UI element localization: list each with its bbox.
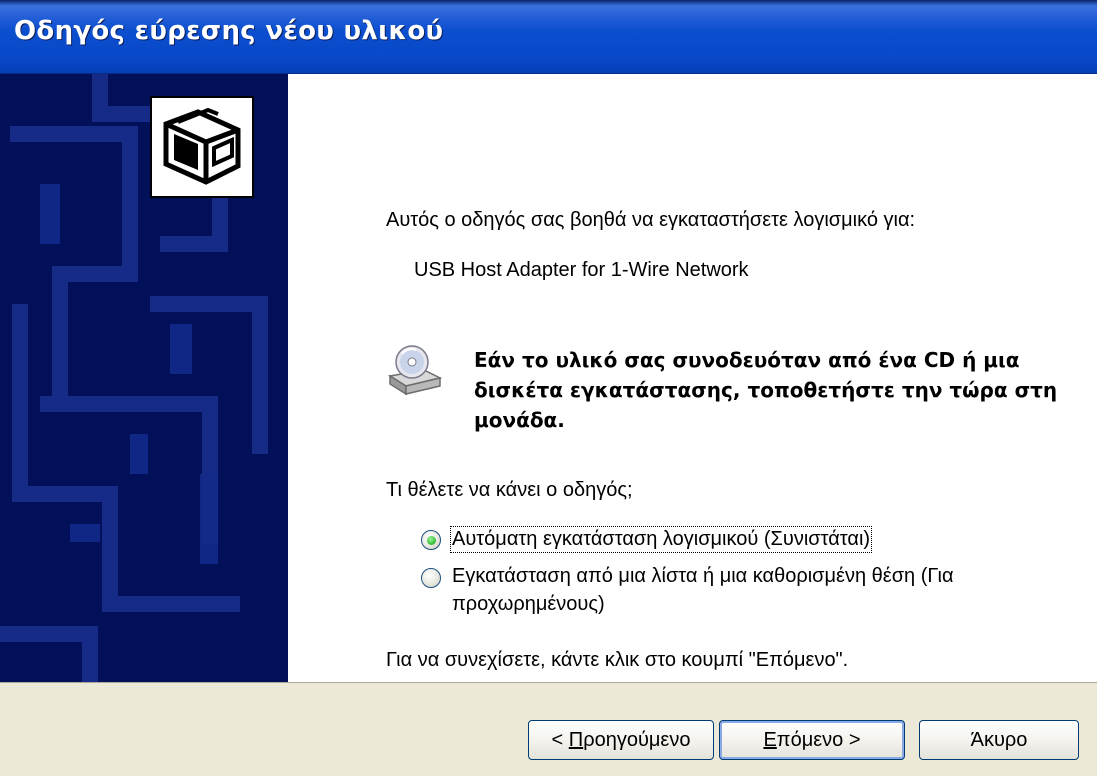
radio-install-from-list[interactable] bbox=[421, 568, 441, 588]
device-name: USB Host Adapter for 1-Wire Network bbox=[414, 259, 749, 281]
option-install-from-list-label-line2[interactable]: προχωρημένους) bbox=[452, 593, 605, 616]
continue-hint-text: Για να συνεχίσετε, κάντε κλικ στο κουμπί… bbox=[386, 649, 849, 671]
question-text: Τι θέλετε να κάνει ο οδηγός; bbox=[386, 479, 633, 501]
back-button[interactable]: < Προηγούμενο bbox=[528, 720, 714, 760]
cd-drive-icon bbox=[387, 345, 442, 396]
next-button-label: πόμενο > bbox=[776, 728, 861, 751]
next-button[interactable]: Επόμενο > bbox=[719, 720, 905, 760]
title-bar[interactable]: Οδηγός εύρεσης νέου υλικού bbox=[0, 0, 1097, 74]
radio-automatic-install[interactable] bbox=[421, 530, 441, 550]
back-button-prefix: < bbox=[551, 728, 569, 751]
back-button-mnemonic: Π bbox=[568, 728, 584, 751]
option-install-from-list-label-line1[interactable]: Εγκατάσταση από μια λίστα ή μια καθορισμ… bbox=[452, 565, 954, 588]
window-title: Οδηγός εύρεσης νέου υλικού bbox=[14, 16, 444, 46]
cd-instruction-text: Εάν το υλικό σας συνοδευόταν από ένα CD … bbox=[474, 348, 1058, 432]
intro-text: Αυτός ο οδηγός σας βοηθά να εγκαταστήσετ… bbox=[386, 209, 916, 231]
cancel-button[interactable]: Άκυρο bbox=[919, 720, 1079, 760]
back-button-label: ροηγούμενο bbox=[583, 728, 691, 751]
hardware-card-icon bbox=[150, 96, 254, 198]
next-button-mnemonic: Ε bbox=[763, 728, 777, 751]
option-automatic-install-label[interactable]: Αυτόματη εγκατάσταση λογισμικού (Συνιστά… bbox=[449, 526, 873, 553]
cancel-button-label: Άκυρο bbox=[970, 728, 1028, 751]
